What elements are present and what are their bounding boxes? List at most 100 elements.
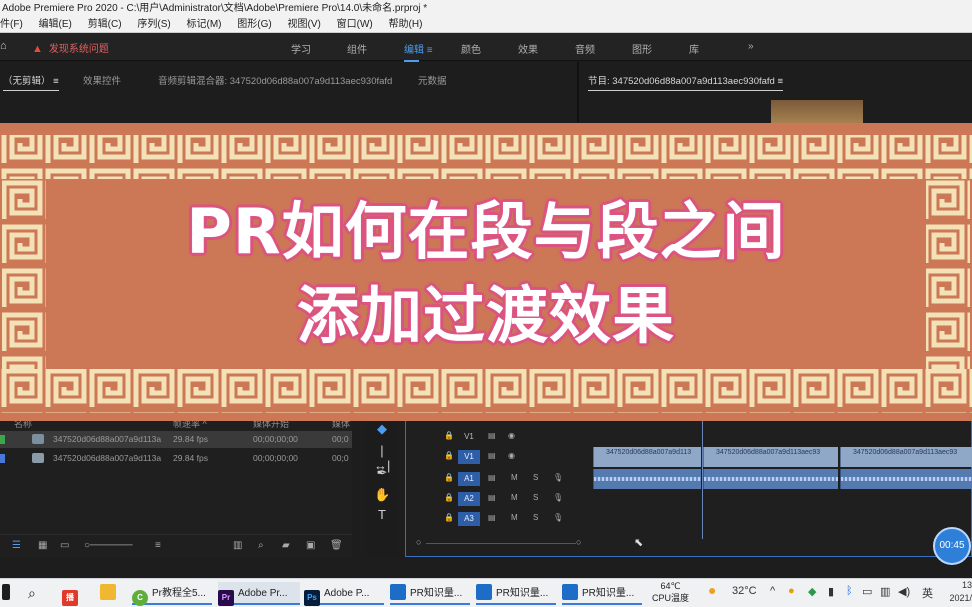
taskbar-image-2[interactable]: PR知识量... (476, 582, 556, 605)
display-icon[interactable]: ▭ (862, 585, 872, 598)
microphone-icon[interactable]: 🎙 (553, 513, 563, 522)
icon-view-icon[interactable]: ▦ (38, 540, 47, 551)
project-item[interactable]: 347520d06d88a007a9d113a 29.84 fps 00;00;… (0, 450, 352, 467)
network-icon[interactable]: ▥ (880, 585, 890, 598)
menu-edit[interactable]: 编辑(E) (39, 17, 72, 32)
timeline-zoom-scrollbar[interactable]: ○ ○ ⬉ (406, 537, 972, 551)
scroll-handle-right[interactable]: ○ (576, 537, 581, 547)
lock-icon[interactable]: 🔒 (444, 473, 454, 482)
column-media-end[interactable]: 媒体 (332, 421, 350, 429)
menu-window[interactable]: 窗口(W) (337, 17, 373, 32)
taskbar-photoshop[interactable]: Ps Adobe P... (304, 582, 384, 606)
tab-audio-clip-mixer[interactable]: 音频剪辑混合器: 347520d06d88a007a9d113aec930faf… (158, 73, 392, 87)
search-icon[interactable]: ⌕ (258, 540, 264, 551)
sync-lock-icon[interactable]: ▤ (488, 493, 496, 502)
tab-effect-controls[interactable]: 效果控件 (83, 73, 121, 87)
trash-icon[interactable]: 🗑 (330, 540, 343, 551)
scroll-handle-left[interactable]: ○ (416, 537, 421, 547)
menu-file[interactable]: 件(F) (0, 17, 23, 32)
home-icon[interactable]: ⌂ (0, 40, 10, 52)
audio-clip[interactable] (703, 469, 838, 489)
audio-clip[interactable] (840, 469, 972, 489)
column-name[interactable]: 名称 (14, 421, 32, 429)
taskbar-premiere[interactable]: Pr Adobe Pr... (218, 582, 300, 606)
menu-clip[interactable]: 剪辑(C) (88, 17, 122, 32)
film-icon[interactable]: ▤ (488, 431, 496, 440)
taskbar-image-1[interactable]: PR知识量... (390, 582, 470, 605)
shield-icon[interactable]: ◆ (808, 585, 816, 598)
track-name[interactable]: V1 (458, 430, 480, 444)
menu-view[interactable]: 视图(V) (288, 17, 321, 32)
track-name[interactable]: A3 (458, 512, 480, 526)
volume-icon[interactable]: ◀) (898, 585, 910, 598)
mute-button[interactable]: M (511, 513, 518, 522)
lock-icon[interactable]: 🔒 (444, 431, 454, 440)
lock-icon[interactable]: 🔒 (444, 513, 454, 522)
input-language[interactable]: 英 (922, 585, 933, 601)
pen-tool-icon[interactable]: ✒ (374, 465, 390, 481)
solo-button[interactable]: S (533, 473, 538, 482)
taskbar-browser[interactable]: C Pr教程全5... (132, 582, 212, 606)
tab-editing[interactable]: 编辑 ≡ (404, 41, 433, 62)
menu-sequence[interactable]: 序列(S) (137, 17, 170, 32)
tab-learn[interactable]: 学习 (291, 41, 311, 56)
track-name[interactable]: V1 (458, 450, 480, 464)
playhead[interactable] (702, 421, 703, 539)
list-view-icon[interactable]: ☰ (12, 540, 21, 551)
bluetooth-icon[interactable]: ᛒ (846, 585, 853, 597)
sort-icon[interactable]: ≡ (155, 540, 161, 551)
solo-button[interactable]: S (533, 513, 538, 522)
column-media-start[interactable]: 媒体开始 (253, 421, 289, 429)
freeform-view-icon[interactable]: ▭ (60, 540, 69, 551)
automate-icon[interactable]: ▥ (233, 540, 242, 551)
more-workspaces-button[interactable]: » (748, 41, 754, 52)
tab-graphics[interactable]: 图形 (632, 41, 652, 56)
microphone-icon[interactable]: ▮ (828, 585, 834, 598)
ripple-edit-tool-icon[interactable]: ◆ (374, 421, 390, 437)
menu-marker[interactable]: 标记(M) (186, 17, 221, 32)
sync-lock-icon[interactable]: ▤ (488, 473, 496, 482)
new-item-icon[interactable]: ▣ (306, 540, 315, 551)
zoom-slider[interactable]: ○────── (84, 540, 133, 551)
taskbar-image-3[interactable]: PR知识量... (562, 582, 642, 605)
sync-lock-icon[interactable]: ▤ (488, 513, 496, 522)
video-clip[interactable]: 347520d06d88a007a9d113aec93 (840, 447, 972, 467)
mute-button[interactable]: M (511, 473, 518, 482)
audio-clip[interactable] (593, 469, 701, 489)
tab-program-monitor[interactable]: 节目: 347520d06d88a007a9d113aec930fafd ≡ (588, 73, 784, 91)
hand-tool-icon[interactable]: ✋ (374, 487, 390, 503)
microphone-icon[interactable]: 🎙 (553, 493, 563, 502)
search-icon[interactable]: ⌕ (28, 582, 36, 605)
system-alert[interactable]: ▲ 发现系统问题 (32, 40, 109, 55)
menu-graphics[interactable]: 图形(G) (237, 17, 271, 32)
film-icon[interactable]: ▤ (488, 451, 496, 460)
video-clip[interactable]: 347520d06d88a007a9d113 (593, 447, 701, 467)
new-bin-icon[interactable]: ▰ (282, 540, 290, 551)
weather-icon[interactable]: ● (708, 582, 716, 598)
lock-icon[interactable]: 🔒 (444, 493, 454, 502)
type-tool-icon[interactable]: T (374, 507, 390, 522)
tab-audio[interactable]: 音频 (575, 41, 595, 56)
menu-help[interactable]: 帮助(H) (389, 17, 423, 32)
project-item[interactable]: 347520d06d88a007a9d113a 29.84 fps 00;00;… (0, 431, 352, 448)
weather-temp[interactable]: 32°C (732, 585, 757, 597)
tab-assembly[interactable]: 组件 (347, 41, 367, 56)
chevron-up-icon[interactable]: ^ (770, 585, 775, 597)
track-name[interactable]: A1 (458, 472, 480, 486)
mute-button[interactable]: M (511, 493, 518, 502)
eye-icon[interactable]: ◉ (508, 431, 515, 440)
tab-metadata[interactable]: 元数据 (418, 73, 447, 87)
lock-icon[interactable]: 🔒 (444, 451, 454, 460)
microphone-icon[interactable]: 🎙 (553, 473, 563, 482)
clock[interactable]: 13 2021/ (942, 579, 972, 605)
video-clip[interactable]: 347520d06d88a007a9d113aec93 (703, 447, 838, 467)
tab-libraries[interactable]: 库 (689, 41, 699, 56)
tab-color[interactable]: 颜色 (461, 41, 481, 56)
eye-icon[interactable]: ◉ (508, 451, 515, 460)
tray-app-icon[interactable]: ● (788, 585, 795, 597)
folder-icon[interactable] (100, 582, 120, 605)
tab-effects[interactable]: 效果 (518, 41, 538, 56)
tab-source[interactable]: （无剪辑） ≡ (3, 73, 59, 91)
column-fps[interactable]: 帧速率 ^ (173, 421, 207, 429)
start-button[interactable] (2, 582, 14, 605)
